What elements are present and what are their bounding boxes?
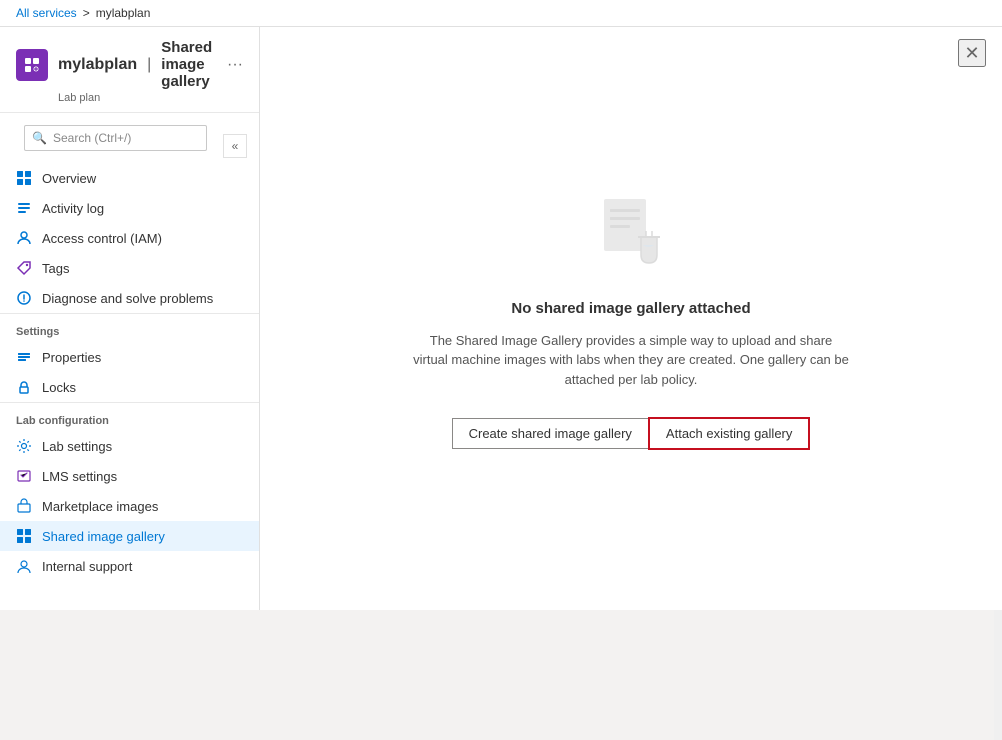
- sidebar-item-diagnose-label: Diagnose and solve problems: [42, 291, 213, 306]
- sidebar-item-properties-label: Properties: [42, 350, 101, 365]
- close-button[interactable]: ✕: [958, 39, 986, 67]
- main-content: ✕: [260, 27, 1002, 610]
- resource-more-button[interactable]: ···: [227, 56, 243, 74]
- sidebar: mylabplan | Shared image gallery ··· Lab…: [0, 27, 260, 610]
- shared-gallery-icon: [16, 528, 32, 544]
- locks-icon: [16, 379, 32, 395]
- sidebar-item-shared-gallery[interactable]: Shared image gallery: [0, 521, 259, 551]
- activity-icon: [16, 200, 32, 216]
- sidebar-item-activity-log[interactable]: Activity log: [0, 193, 259, 223]
- lms-icon: [16, 468, 32, 484]
- search-row: 🔍 «: [0, 113, 259, 163]
- sidebar-item-overview-label: Overview: [42, 171, 96, 186]
- sidebar-item-internal-support-label: Internal support: [42, 559, 132, 574]
- breadcrumb-all-services[interactable]: All services: [16, 6, 77, 20]
- resource-name: mylabplan: [58, 56, 137, 74]
- content-area: No shared image gallery attached The Sha…: [260, 27, 1002, 610]
- sidebar-item-locks[interactable]: Locks: [0, 372, 259, 402]
- empty-state-description: The Shared Image Gallery provides a simp…: [411, 331, 851, 390]
- search-container: 🔍: [24, 125, 207, 151]
- sidebar-item-lab-settings-label: Lab settings: [42, 439, 112, 454]
- internal-support-icon: [16, 558, 32, 574]
- resource-icon: [16, 49, 48, 81]
- sidebar-item-activity-label: Activity log: [42, 201, 104, 216]
- properties-icon: [16, 349, 32, 365]
- sidebar-item-shared-gallery-label: Shared image gallery: [42, 529, 165, 544]
- collapse-button[interactable]: «: [223, 134, 247, 158]
- tags-icon: [16, 260, 32, 276]
- empty-state-title: No shared image gallery attached: [511, 300, 750, 317]
- sidebar-item-marketplace-label: Marketplace images: [42, 499, 158, 514]
- sidebar-item-overview[interactable]: Overview: [0, 163, 259, 193]
- attach-gallery-button[interactable]: Attach existing gallery: [648, 417, 810, 450]
- settings-section-label: Settings: [0, 313, 259, 342]
- empty-state-icon: [586, 187, 676, 280]
- breadcrumb-separator: >: [83, 6, 90, 20]
- sidebar-item-access-control[interactable]: Access control (IAM): [0, 223, 259, 253]
- search-input[interactable]: [24, 125, 207, 151]
- sidebar-item-marketplace[interactable]: Marketplace images: [0, 491, 259, 521]
- resource-page-name: Shared image gallery: [161, 39, 213, 90]
- lab-settings-icon: [16, 438, 32, 454]
- diagnose-icon: [16, 290, 32, 306]
- sidebar-item-access-label: Access control (IAM): [42, 231, 162, 246]
- resource-header-section: mylabplan | Shared image gallery ··· Lab…: [0, 27, 259, 113]
- overview-icon: [16, 170, 32, 186]
- access-icon: [16, 230, 32, 246]
- resource-subtitle: Lab plan: [58, 92, 243, 104]
- sidebar-item-lms-label: LMS settings: [42, 469, 117, 484]
- action-buttons: Create shared image gallery Attach exist…: [452, 417, 811, 450]
- nav-list: Overview Activity log Access control (IA…: [0, 163, 259, 610]
- sidebar-item-locks-label: Locks: [42, 380, 76, 395]
- breadcrumb-current: mylabplan: [96, 6, 151, 20]
- sidebar-item-properties[interactable]: Properties: [0, 342, 259, 372]
- breadcrumb: All services > mylabplan: [0, 0, 1002, 27]
- sidebar-item-lms-settings[interactable]: LMS settings: [0, 461, 259, 491]
- sidebar-item-diagnose[interactable]: Diagnose and solve problems: [0, 283, 259, 313]
- search-icon: 🔍: [32, 131, 47, 145]
- sidebar-item-lab-settings[interactable]: Lab settings: [0, 431, 259, 461]
- sidebar-item-tags-label: Tags: [42, 261, 69, 276]
- resource-title-separator: |: [147, 56, 151, 74]
- sidebar-item-internal-support[interactable]: Internal support: [0, 551, 259, 581]
- sidebar-item-tags[interactable]: Tags: [0, 253, 259, 283]
- lab-config-section-label: Lab configuration: [0, 402, 259, 431]
- marketplace-icon: [16, 498, 32, 514]
- create-gallery-button[interactable]: Create shared image gallery: [452, 418, 649, 449]
